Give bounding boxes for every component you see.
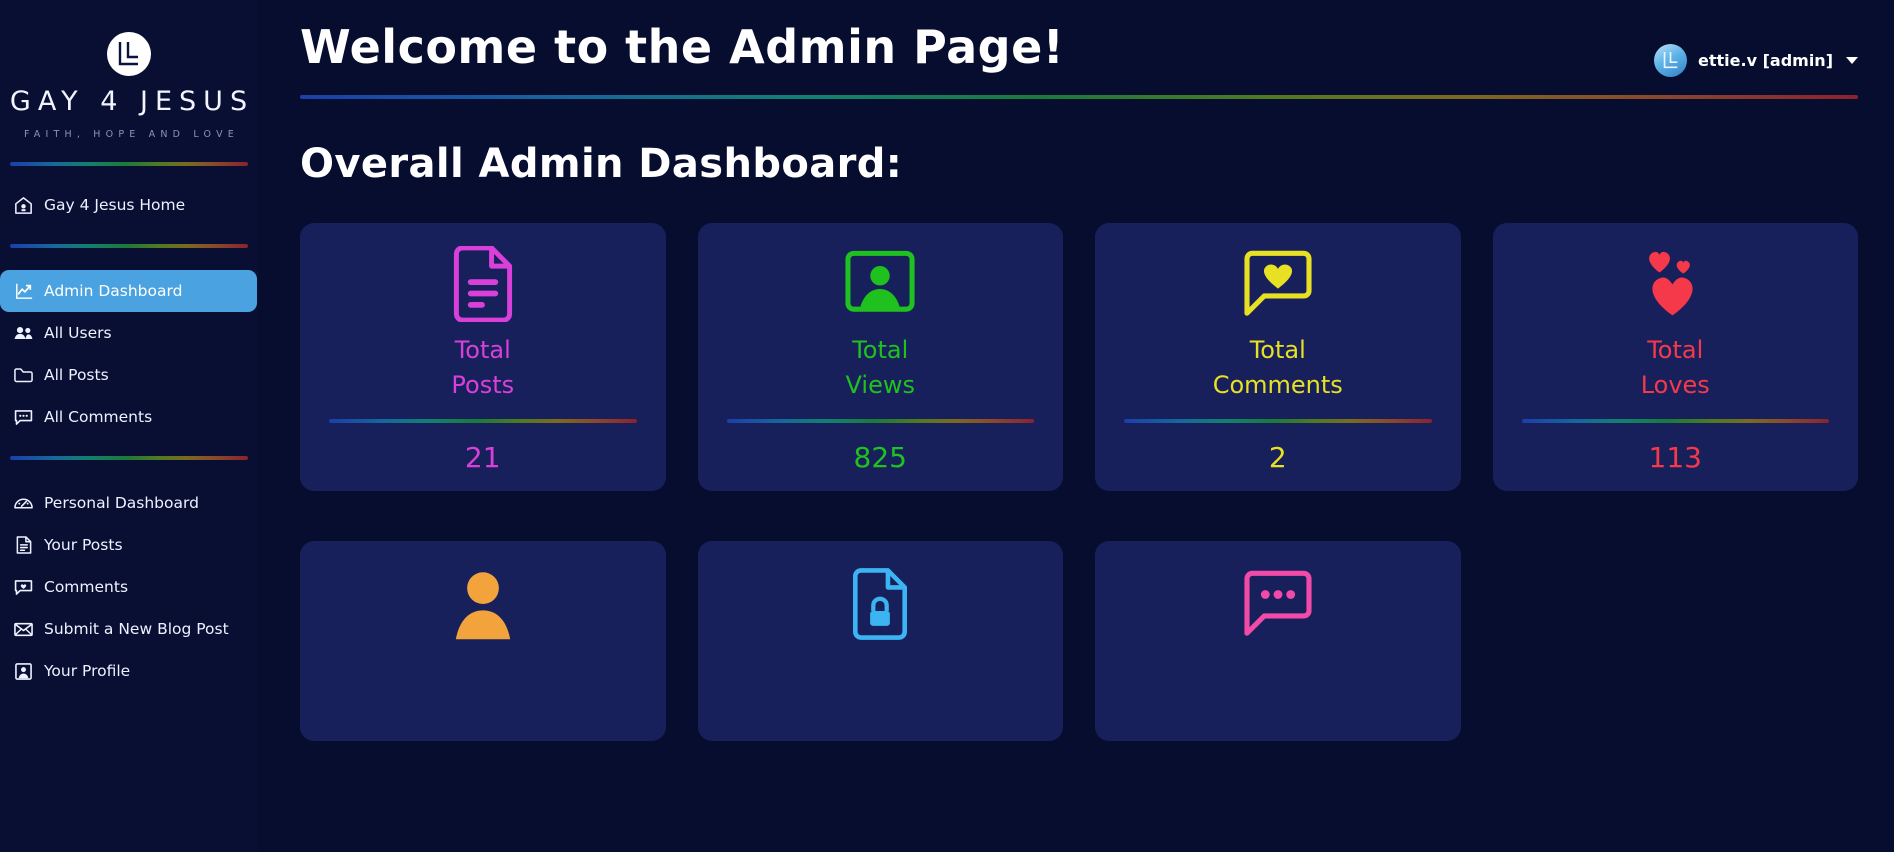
stat-card-value: 2	[1268, 440, 1287, 474]
stat-card-total-loves[interactable]: Total Loves 113	[1492, 223, 1858, 491]
page-title: Welcome to the Admin Page!	[300, 20, 1065, 74]
sidebar-item-your-posts[interactable]: Your Posts	[0, 524, 258, 566]
home-icon	[14, 196, 33, 215]
folder-icon	[14, 366, 33, 385]
app-root: GAY 4 JESUS FAITH, HOPE AND LOVE Gay 4 J…	[0, 0, 1894, 852]
sidebar-item-label: All Comments	[44, 408, 153, 426]
stat-card-users[interactable]	[300, 541, 666, 741]
hearts-icon	[1639, 247, 1711, 321]
stat-card-divider	[329, 418, 637, 423]
sidebar: GAY 4 JESUS FAITH, HOPE AND LOVE Gay 4 J…	[0, 0, 258, 852]
user-square-icon	[14, 662, 33, 681]
sidebar-item-label: All Users	[44, 324, 112, 342]
stat-card-label-line1: Total	[1647, 336, 1704, 364]
stat-card-placeholder	[1493, 541, 1859, 741]
sidebar-item-label: Your Profile	[44, 662, 131, 680]
sidebar-item-personal-dashboard[interactable]: Personal Dashboard	[0, 482, 258, 524]
sidebar-divider-bottom	[10, 456, 248, 460]
stat-card-label-line2: Comments	[1212, 370, 1343, 399]
sidebar-item-all-comments[interactable]: All Comments	[0, 396, 258, 438]
stat-card-comments-secondary[interactable]	[1095, 541, 1461, 741]
sidebar-item-label: Admin Dashboard	[44, 282, 183, 300]
sidebar-nav: Gay 4 Jesus Home Admin Dashboard All Use…	[0, 184, 258, 692]
brand-tagline: FAITH, HOPE AND LOVE	[24, 129, 239, 140]
stat-card-label-line2: Loves	[1640, 370, 1710, 399]
sidebar-item-label: Gay 4 Jesus Home	[44, 196, 186, 214]
sidebar-item-your-profile[interactable]: Your Profile	[0, 650, 258, 692]
stat-card-label-line2: Posts	[451, 370, 515, 399]
stat-card-divider	[726, 418, 1034, 423]
stat-card-total-views[interactable]: Total Views 825	[697, 223, 1063, 491]
section-title: Overall Admin Dashboard:	[300, 141, 903, 187]
comment-dots-icon	[1241, 567, 1315, 641]
gay4jesus-circle-l-logo-icon	[107, 32, 151, 76]
chevron-down-icon[interactable]	[1846, 57, 1858, 64]
envelope-icon	[14, 620, 33, 639]
sidebar-item-admin-dashboard[interactable]: Admin Dashboard	[0, 270, 257, 312]
gauge-icon	[14, 494, 33, 513]
main-content: Welcome to the Admin Page! ettie.v [admi…	[258, 0, 1894, 852]
document-lines-icon	[450, 246, 516, 322]
sidebar-item-gay-4-jesus-home[interactable]: Gay 4 Jesus Home	[0, 184, 258, 226]
stat-card-label: Total Views	[846, 333, 915, 403]
users-icon	[14, 324, 33, 343]
comment-dots-icon	[14, 408, 33, 427]
user-name: ettie.v [admin]	[1698, 51, 1833, 70]
stat-card-total-posts[interactable]: Total Posts 21	[300, 223, 666, 491]
sidebar-divider-top	[10, 162, 248, 166]
stat-card-label-line1: Total	[852, 336, 909, 364]
stat-card-label-line1: Total	[1249, 336, 1306, 364]
sidebar-item-label: Personal Dashboard	[44, 494, 199, 512]
comment-heart-icon	[1241, 247, 1315, 321]
sidebar-item-label: Submit a New Blog Post	[44, 620, 229, 638]
sidebar-item-label: All Posts	[44, 366, 109, 384]
stat-cards-row: Total Posts 21 Total Views 825 Total Com…	[300, 223, 1858, 491]
file-lines-icon	[14, 536, 33, 555]
sidebar-item-label: Your Posts	[44, 536, 123, 554]
stat-card-divider	[1124, 418, 1432, 423]
topbar: Welcome to the Admin Page! ettie.v [admi…	[300, 0, 1858, 77]
stat-card-value: 825	[853, 440, 907, 474]
comment-heart-icon	[14, 578, 33, 597]
stat-cards-row-2	[300, 541, 1858, 741]
stat-card-value: 21	[464, 440, 501, 474]
sidebar-item-all-posts[interactable]: All Posts	[0, 354, 258, 396]
sidebar-item-label: Comments	[44, 578, 129, 596]
header-divider	[300, 95, 1858, 99]
sidebar-item-all-users[interactable]: All Users	[0, 312, 258, 354]
sidebar-item-comments[interactable]: Comments	[0, 566, 258, 608]
user-menu[interactable]: ettie.v [admin]	[1654, 44, 1858, 77]
user-screen-icon	[844, 247, 916, 321]
stat-card-divider	[1521, 418, 1829, 423]
stat-card-total-comments[interactable]: Total Comments 2	[1095, 223, 1461, 491]
avatar	[1654, 44, 1688, 77]
brand-block[interactable]: GAY 4 JESUS FAITH, HOPE AND LOVE	[0, 0, 258, 140]
stat-card-value: 113	[1648, 440, 1702, 474]
sidebar-divider-mid	[10, 244, 248, 248]
sidebar-item-submit-a-new-blog-post[interactable]: Submit a New Blog Post	[0, 608, 258, 650]
chart-line-up-icon	[14, 282, 33, 301]
brand-title: GAY 4 JESUS	[9, 86, 255, 117]
stat-card-locked-posts[interactable]	[697, 541, 1063, 741]
locked-file-icon	[850, 567, 910, 641]
person-icon	[453, 567, 513, 641]
stat-card-label: Total Loves	[1641, 333, 1710, 403]
stat-card-label-line2: Views	[845, 370, 915, 399]
stat-card-label: Total Posts	[451, 333, 514, 403]
stat-card-label-line1: Total	[454, 336, 511, 364]
stat-card-label: Total Comments	[1213, 333, 1343, 403]
